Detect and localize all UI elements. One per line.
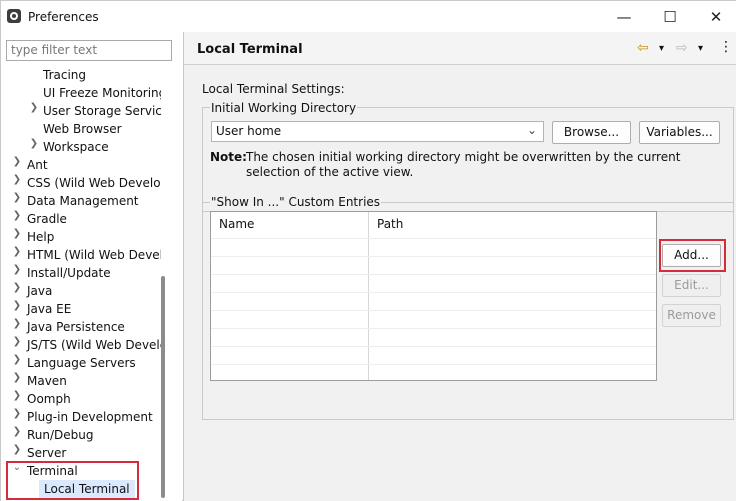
tree-item-data-management[interactable]: Data Management: [27, 192, 139, 210]
tree-item-install-update[interactable]: Install/Update: [27, 264, 111, 282]
tree-item-ui-freeze-monitoring[interactable]: UI Freeze Monitoring: [43, 84, 161, 102]
chevron-right-icon[interactable]: ❯: [11, 156, 23, 174]
table-row: [211, 328, 656, 329]
close-icon: ✕: [709, 7, 723, 26]
table-row: [211, 292, 656, 293]
terminal-highlight: [6, 461, 139, 500]
chevron-right-icon[interactable]: ❯: [11, 426, 23, 444]
table-row: [211, 274, 656, 275]
tree-item-web-browser[interactable]: Web Browser: [43, 120, 122, 138]
tree-item-tracing[interactable]: Tracing: [43, 66, 86, 84]
custom-entries-label: "Show In ..." Custom Entries: [210, 195, 382, 209]
filter-input[interactable]: type filter text: [6, 40, 172, 61]
tree-item-maven[interactable]: Maven: [27, 372, 67, 390]
sidebar-scrollbar[interactable]: [161, 276, 165, 498]
path-column-header: Path: [377, 217, 404, 231]
chevron-right-icon[interactable]: ❯: [11, 282, 23, 300]
preferences-window: Preferences — ☐ ✕ type filter text Traci…: [0, 0, 736, 501]
custom-entries-table[interactable]: Name Path: [210, 211, 657, 381]
chevron-right-icon[interactable]: ❯: [11, 444, 23, 462]
table-row: [211, 256, 656, 257]
table-row: [211, 238, 656, 239]
tree-item-language-servers[interactable]: Language Servers: [27, 354, 136, 372]
app-icon: [7, 9, 21, 23]
maximize-button[interactable]: ☐: [647, 1, 693, 32]
tree-item-css[interactable]: CSS (Wild Web Develop: [27, 174, 161, 192]
maximize-icon: ☐: [663, 7, 677, 26]
window-title: Preferences: [28, 10, 99, 24]
chevron-right-icon[interactable]: ❯: [11, 318, 23, 336]
close-button[interactable]: ✕: [693, 1, 736, 32]
chevron-right-icon[interactable]: ❯: [11, 210, 23, 228]
chevron-right-icon[interactable]: ❯: [28, 138, 40, 156]
back-arrow-icon[interactable]: ⇦: [637, 40, 649, 56]
tree-item-help[interactable]: Help: [27, 228, 54, 246]
directory-select[interactable]: User home ⌄: [211, 121, 544, 142]
tree-item-workspace[interactable]: Workspace: [43, 138, 109, 156]
tree-item-ant[interactable]: Ant: [27, 156, 48, 174]
chevron-right-icon[interactable]: ❯: [11, 174, 23, 192]
add-button-highlight: [659, 239, 726, 272]
tree-item-plug-in-development[interactable]: Plug-in Development: [27, 408, 153, 426]
tree-item-html[interactable]: HTML (Wild Web Develo: [27, 246, 161, 264]
chevron-right-icon[interactable]: ❯: [11, 192, 23, 210]
page-title: Local Terminal: [197, 42, 303, 57]
forward-menu-icon[interactable]: ▾: [698, 43, 703, 54]
preference-page: Local Terminal ⇦ ▾ ⇨ ▾ ⋮ Local Terminal …: [183, 32, 736, 501]
chevron-right-icon[interactable]: ❯: [11, 264, 23, 282]
title-bar: Preferences — ☐ ✕: [1, 1, 736, 32]
tree-item-oomph[interactable]: Oomph: [27, 390, 71, 408]
minimize-button[interactable]: —: [601, 1, 647, 32]
settings-label: Local Terminal Settings:: [202, 82, 345, 96]
tree-item-user-storage-service[interactable]: User Storage Service: [43, 102, 161, 120]
back-menu-icon[interactable]: ▾: [659, 43, 664, 54]
tree-item-java-ee[interactable]: Java EE: [27, 300, 71, 318]
tree-item-js-ts[interactable]: JS/TS (Wild Web Develc: [27, 336, 161, 354]
chevron-right-icon[interactable]: ❯: [11, 372, 23, 390]
table-row: [211, 364, 656, 365]
tree-item-java-persistence[interactable]: Java Persistence: [27, 318, 125, 336]
table-row: [211, 346, 656, 347]
chevron-right-icon[interactable]: ❯: [11, 228, 23, 246]
chevron-right-icon[interactable]: ❯: [11, 336, 23, 354]
tree-item-java[interactable]: Java: [27, 282, 52, 300]
sidebar: type filter text Tracing UI Freeze Monit…: [1, 32, 182, 501]
tree-item-run-debug[interactable]: Run/Debug: [27, 426, 94, 444]
page-header: Local Terminal ⇦ ▾ ⇨ ▾ ⋮: [184, 32, 736, 65]
forward-arrow-icon[interactable]: ⇨: [676, 40, 688, 56]
browse-button[interactable]: Browse...: [552, 121, 631, 144]
chevron-right-icon[interactable]: ❯: [11, 408, 23, 426]
chevron-right-icon[interactable]: ❯: [28, 102, 40, 120]
note-text: The chosen initial working directory mig…: [246, 150, 681, 179]
variables-button[interactable]: Variables...: [639, 121, 720, 144]
chevron-right-icon[interactable]: ❯: [11, 300, 23, 318]
edit-button[interactable]: Edit...: [662, 274, 721, 297]
more-options-icon[interactable]: ⋮: [719, 39, 733, 55]
note-label: Note:: [210, 150, 247, 164]
chevron-down-icon: ⌄: [526, 123, 537, 137]
initial-directory-label: Initial Working Directory: [210, 101, 358, 115]
chevron-right-icon[interactable]: ❯: [11, 246, 23, 264]
chevron-right-icon[interactable]: ❯: [11, 354, 23, 372]
tree-item-server[interactable]: Server: [27, 444, 66, 462]
preferences-tree: Tracing UI Freeze Monitoring ❯ User Stor…: [1, 66, 161, 501]
tree-item-gradle[interactable]: Gradle: [27, 210, 67, 228]
chevron-right-icon[interactable]: ❯: [11, 390, 23, 408]
remove-button[interactable]: Remove: [662, 304, 721, 327]
name-column-header: Name: [219, 217, 255, 231]
table-row: [211, 310, 656, 311]
page-content: Local Terminal Settings: Initial Working…: [184, 66, 736, 501]
minimize-icon: —: [616, 7, 632, 26]
